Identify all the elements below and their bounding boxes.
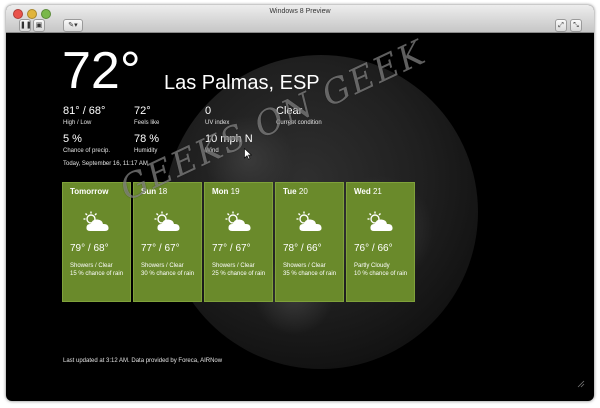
forecast-tile-wed[interactable]: Wed 21 76° / 66° Partly Cloudy 10 % chan… <box>346 182 415 302</box>
forecast-day: Wed 21 <box>354 187 382 196</box>
forecast-high-low: 79° / 68° <box>70 243 109 254</box>
resize-grip-icon[interactable] <box>577 375 585 393</box>
forecast-precip: 30 % chance of rain <box>141 271 195 277</box>
stat-feels-like: 72° Feels like <box>134 105 159 127</box>
day-name: Tomorrow <box>70 187 109 196</box>
stat-value: 72° <box>134 105 151 117</box>
stat-value: 0 <box>205 105 212 117</box>
stat-high-low: 81° / 68° High / Low <box>63 105 105 127</box>
day-name: Wed <box>354 187 371 196</box>
forecast-day: Tue 20 <box>283 187 308 196</box>
title-bar: Windows 8 Preview ❚❚ ▣ ✎▾ ⤢ ⤡ <box>6 5 594 33</box>
stat-value: 81° / 68° <box>63 105 106 117</box>
pause-icon: ❚❚ <box>20 21 32 29</box>
forecast-condition-block: Showers / Clear 25 % chance of rain <box>212 262 265 278</box>
partly-cloudy-icon <box>223 211 255 238</box>
resize-button[interactable]: ⤢ <box>555 19 567 32</box>
forecast-condition: Showers / Clear <box>283 263 326 269</box>
wrench-icon: ✎▾ <box>68 21 78 29</box>
snapshot-icon: ▣ <box>35 21 43 29</box>
day-name: Mon <box>212 187 229 196</box>
stat-value: 78 % <box>134 133 160 145</box>
window-title: Windows 8 Preview <box>269 8 331 15</box>
stat-value: 5 % <box>63 133 82 145</box>
stat-humidity: 78 % Humidity <box>134 133 159 155</box>
forecast-tile-tomorrow[interactable]: Tomorrow 79° / 68° Showers / Clear 15 % … <box>62 182 131 302</box>
snapshot-button[interactable]: ▣ <box>33 19 45 32</box>
forecast-precip: 25 % chance of rain <box>212 271 266 277</box>
forecast-high-low: 78° / 66° <box>283 243 322 254</box>
forecast-condition: Partly Cloudy <box>354 263 390 269</box>
forecast-precip: 10 % chance of rain <box>354 271 408 277</box>
app-window: Windows 8 Preview ❚❚ ▣ ✎▾ ⤢ ⤡ 72° Las Pa… <box>6 5 594 401</box>
partly-cloudy-icon <box>152 211 184 238</box>
forecast-condition: Showers / Clear <box>70 263 113 269</box>
forecast-condition: Showers / Clear <box>141 263 184 269</box>
last-updated-text: Last updated at 3:12 AM. Data provided b… <box>63 358 223 364</box>
forecast-condition-block: Showers / Clear 15 % chance of rain <box>70 262 123 278</box>
forecast-high-low: 77° / 67° <box>141 243 180 254</box>
day-name: Tue <box>283 187 297 196</box>
current-temperature: 72° <box>62 42 141 100</box>
forecast-condition-block: Showers / Clear 30 % chance of rain <box>141 262 194 278</box>
day-number: 19 <box>230 187 240 196</box>
stat-label: Feels like <box>134 120 160 126</box>
forecast-precip: 35 % chance of rain <box>283 271 337 277</box>
settings-button[interactable]: ✎▾ <box>63 19 83 32</box>
weather-app: 72° Las Palmas, ESP 81° / 68° High / Low… <box>6 33 594 401</box>
partly-cloudy-icon <box>365 211 397 238</box>
partly-cloudy-icon <box>294 211 326 238</box>
fullscreen-button[interactable]: ⤡ <box>570 19 582 32</box>
forecast-precip: 15 % chance of rain <box>70 271 124 277</box>
mouse-cursor-icon <box>244 147 253 165</box>
stat-label: High / Low <box>63 120 92 126</box>
pause-button[interactable]: ❚❚ <box>19 19 32 32</box>
forecast-condition: Showers / Clear <box>212 263 255 269</box>
forecast-tile-mon[interactable]: Mon 19 77° / 67° Showers / Clear 25 % ch… <box>204 182 273 302</box>
fullscreen-icon: ⤡ <box>573 21 579 29</box>
resize-icon: ⤢ <box>558 21 564 29</box>
forecast-condition-block: Partly Cloudy 10 % chance of rain <box>354 262 407 278</box>
stat-precip: 5 % Chance of precip. <box>63 133 110 155</box>
stat-label: Chance of precip. <box>63 148 111 154</box>
forecast-high-low: 77° / 67° <box>212 243 251 254</box>
forecast-day: Mon 19 <box>212 187 240 196</box>
partly-cloudy-icon <box>81 211 113 238</box>
day-number: 20 <box>298 187 308 196</box>
forecast-tile-tue[interactable]: Tue 20 78° / 66° Showers / Clear 35 % ch… <box>275 182 344 302</box>
forecast-high-low: 76° / 66° <box>354 243 393 254</box>
forecast-day: Tomorrow <box>70 187 109 196</box>
forecast-condition-block: Showers / Clear 35 % chance of rain <box>283 262 336 278</box>
day-number: 21 <box>372 187 382 196</box>
